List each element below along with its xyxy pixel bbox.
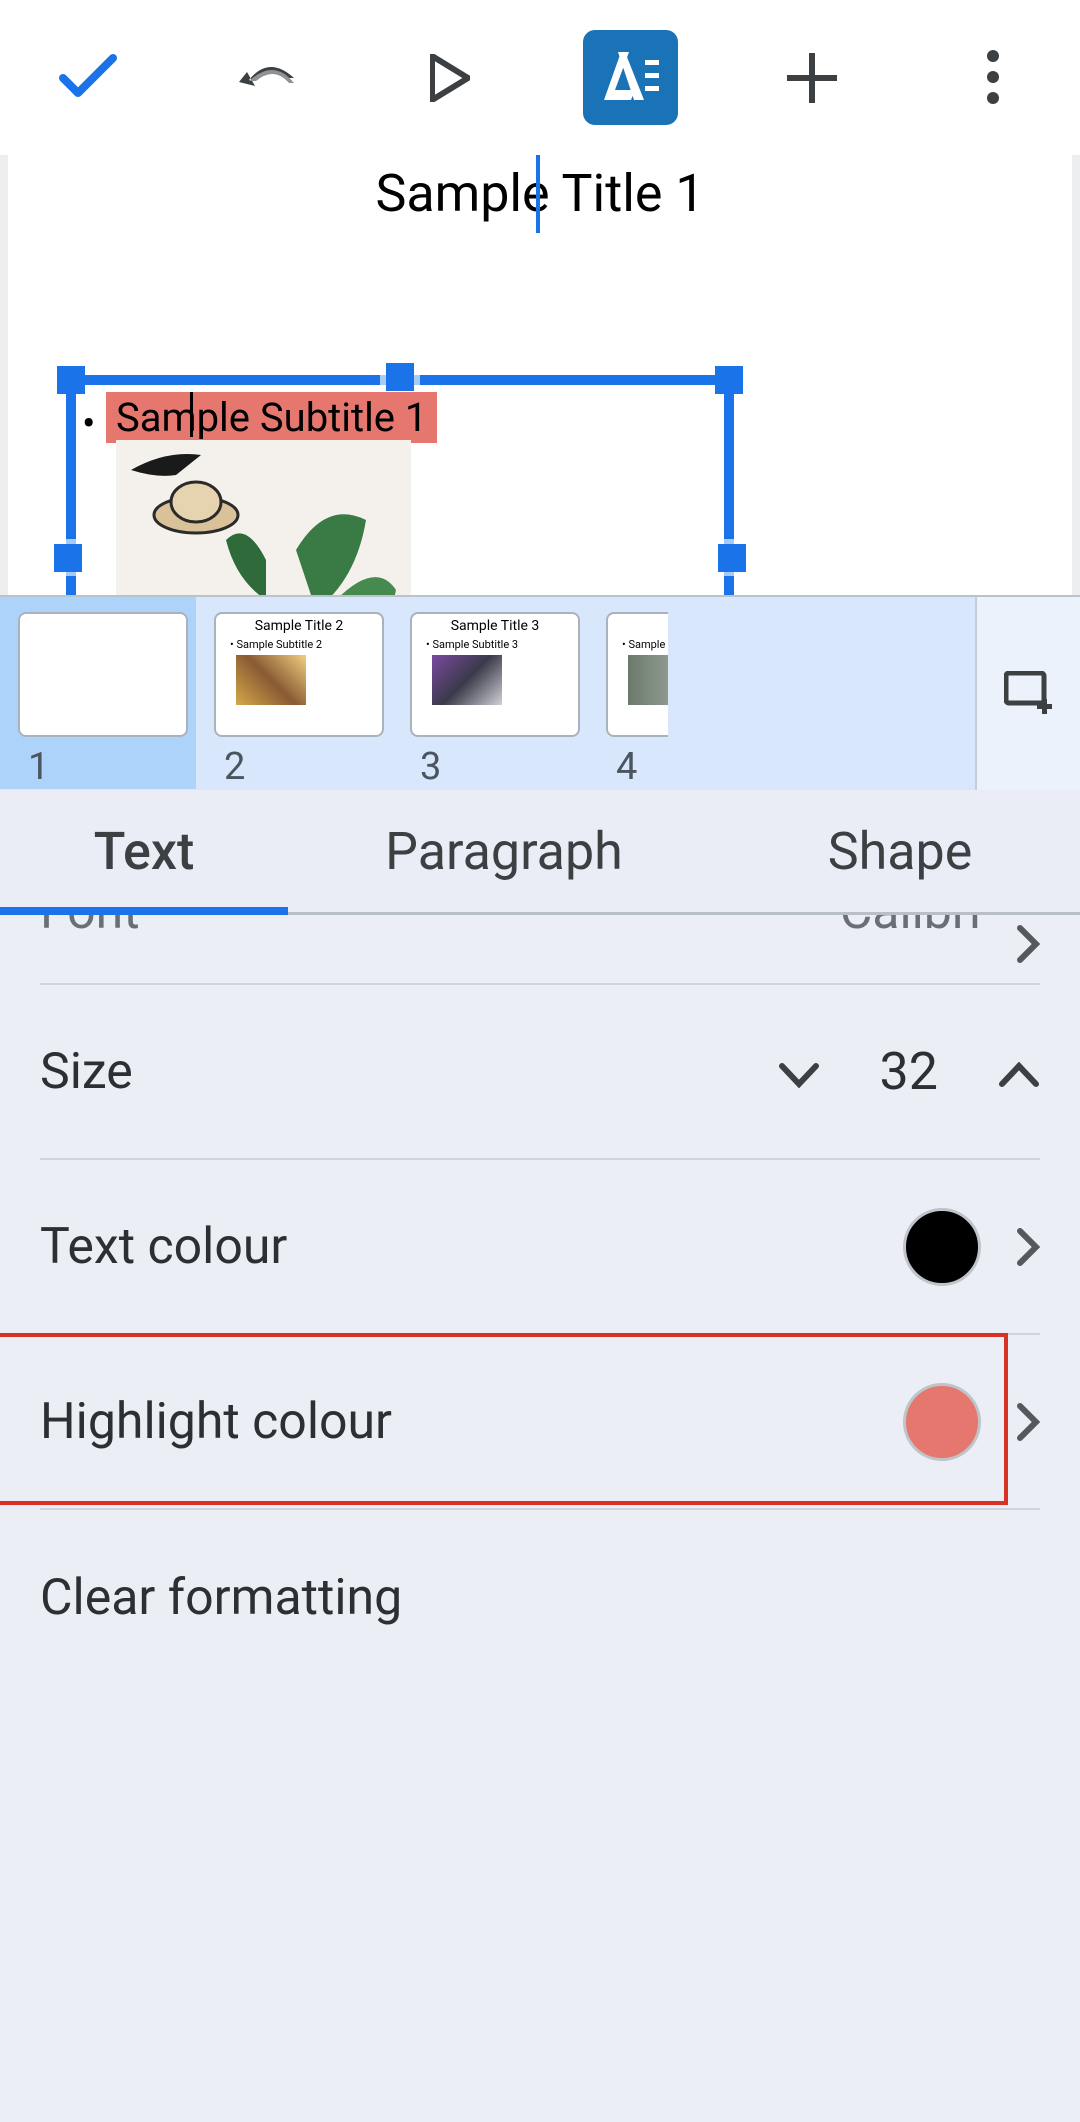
size-increase-button[interactable] — [998, 1043, 1040, 1101]
add-slide-button[interactable] — [975, 597, 1080, 790]
check-icon — [58, 53, 118, 103]
format-tabs: Text Paragraph Shape — [0, 790, 1080, 915]
play-icon — [430, 54, 470, 102]
more-vert-icon — [987, 50, 999, 105]
size-decrease-button[interactable] — [778, 1043, 820, 1101]
slide-title[interactable]: Sample Title 1 — [53, 155, 1027, 224]
highlight-colour-label: Highlight colour — [40, 1393, 392, 1451]
done-button[interactable] — [40, 30, 135, 125]
add-button[interactable] — [764, 30, 859, 125]
undo-button[interactable] — [221, 30, 316, 125]
undo-icon — [239, 60, 299, 95]
play-button[interactable] — [402, 30, 497, 125]
slide-canvas[interactable]: Sample Title 1 • Sample Subtitle 1 — [0, 155, 1080, 595]
thumb-number: 3 — [420, 745, 580, 789]
format-text-icon — [601, 50, 661, 105]
chevron-right-icon — [1016, 1402, 1040, 1442]
resize-handle[interactable] — [718, 544, 746, 572]
resize-handle[interactable] — [715, 366, 743, 394]
highlight-colour-swatch — [903, 1383, 981, 1461]
resize-handle[interactable] — [54, 544, 82, 572]
thumb-number: 2 — [224, 745, 384, 789]
font-row[interactable]: Font Calibri — [40, 915, 1040, 985]
highlight-colour-row[interactable]: Highlight colour — [40, 1335, 1040, 1510]
tab-shape[interactable]: Shape — [720, 790, 1080, 912]
slide-subtitle[interactable]: Sample Subtitle 1 — [106, 392, 437, 443]
tab-text[interactable]: Text — [0, 790, 288, 912]
size-value: 32 — [880, 1041, 938, 1102]
text-colour-swatch — [903, 1208, 981, 1286]
plus-icon — [787, 53, 837, 103]
text-colour-row[interactable]: Text colour — [40, 1160, 1040, 1335]
slide-thumb-4[interactable]: S Sample Subtitl 4 — [588, 597, 668, 789]
add-slide-icon — [1004, 671, 1054, 716]
font-value: Calibri — [840, 915, 981, 941]
clear-formatting-row[interactable]: Clear formatting — [40, 1510, 1040, 1685]
font-label: Font — [40, 915, 140, 941]
resize-handle[interactable] — [57, 366, 85, 394]
slide-thumb-2[interactable]: Sample Title 2 Sample Subtitle 2 2 — [196, 597, 392, 789]
text-cursor — [536, 155, 540, 233]
text-options-panel: Font Calibri Size 32 Text colour Highlig… — [0, 915, 1080, 2122]
more-button[interactable] — [945, 30, 1040, 125]
chevron-up-icon — [998, 1062, 1040, 1088]
chevron-right-icon — [1016, 924, 1040, 964]
top-toolbar — [0, 0, 1080, 155]
slide-thumb-3[interactable]: Sample Title 3 Sample Subtitle 3 3 — [392, 597, 588, 789]
bullet-point: • — [82, 400, 96, 447]
thumb-number: 4 — [616, 745, 660, 789]
slide-thumb-1[interactable]: 1 — [0, 597, 196, 789]
tab-paragraph[interactable]: Paragraph — [288, 790, 720, 912]
size-row: Size 32 — [40, 985, 1040, 1160]
resize-handle[interactable] — [386, 363, 414, 391]
subtitle-cursor — [190, 392, 193, 437]
chevron-down-icon — [778, 1062, 820, 1088]
thumb-number: 1 — [28, 745, 188, 789]
format-button[interactable] — [583, 30, 678, 125]
size-label: Size — [40, 1043, 133, 1101]
chevron-right-icon — [1016, 1227, 1040, 1267]
text-colour-label: Text colour — [40, 1218, 287, 1276]
slide-thumbnails: 1 Sample Title 2 Sample Subtitle 2 2 Sam… — [0, 595, 1080, 790]
clear-formatting-label: Clear formatting — [40, 1569, 402, 1627]
